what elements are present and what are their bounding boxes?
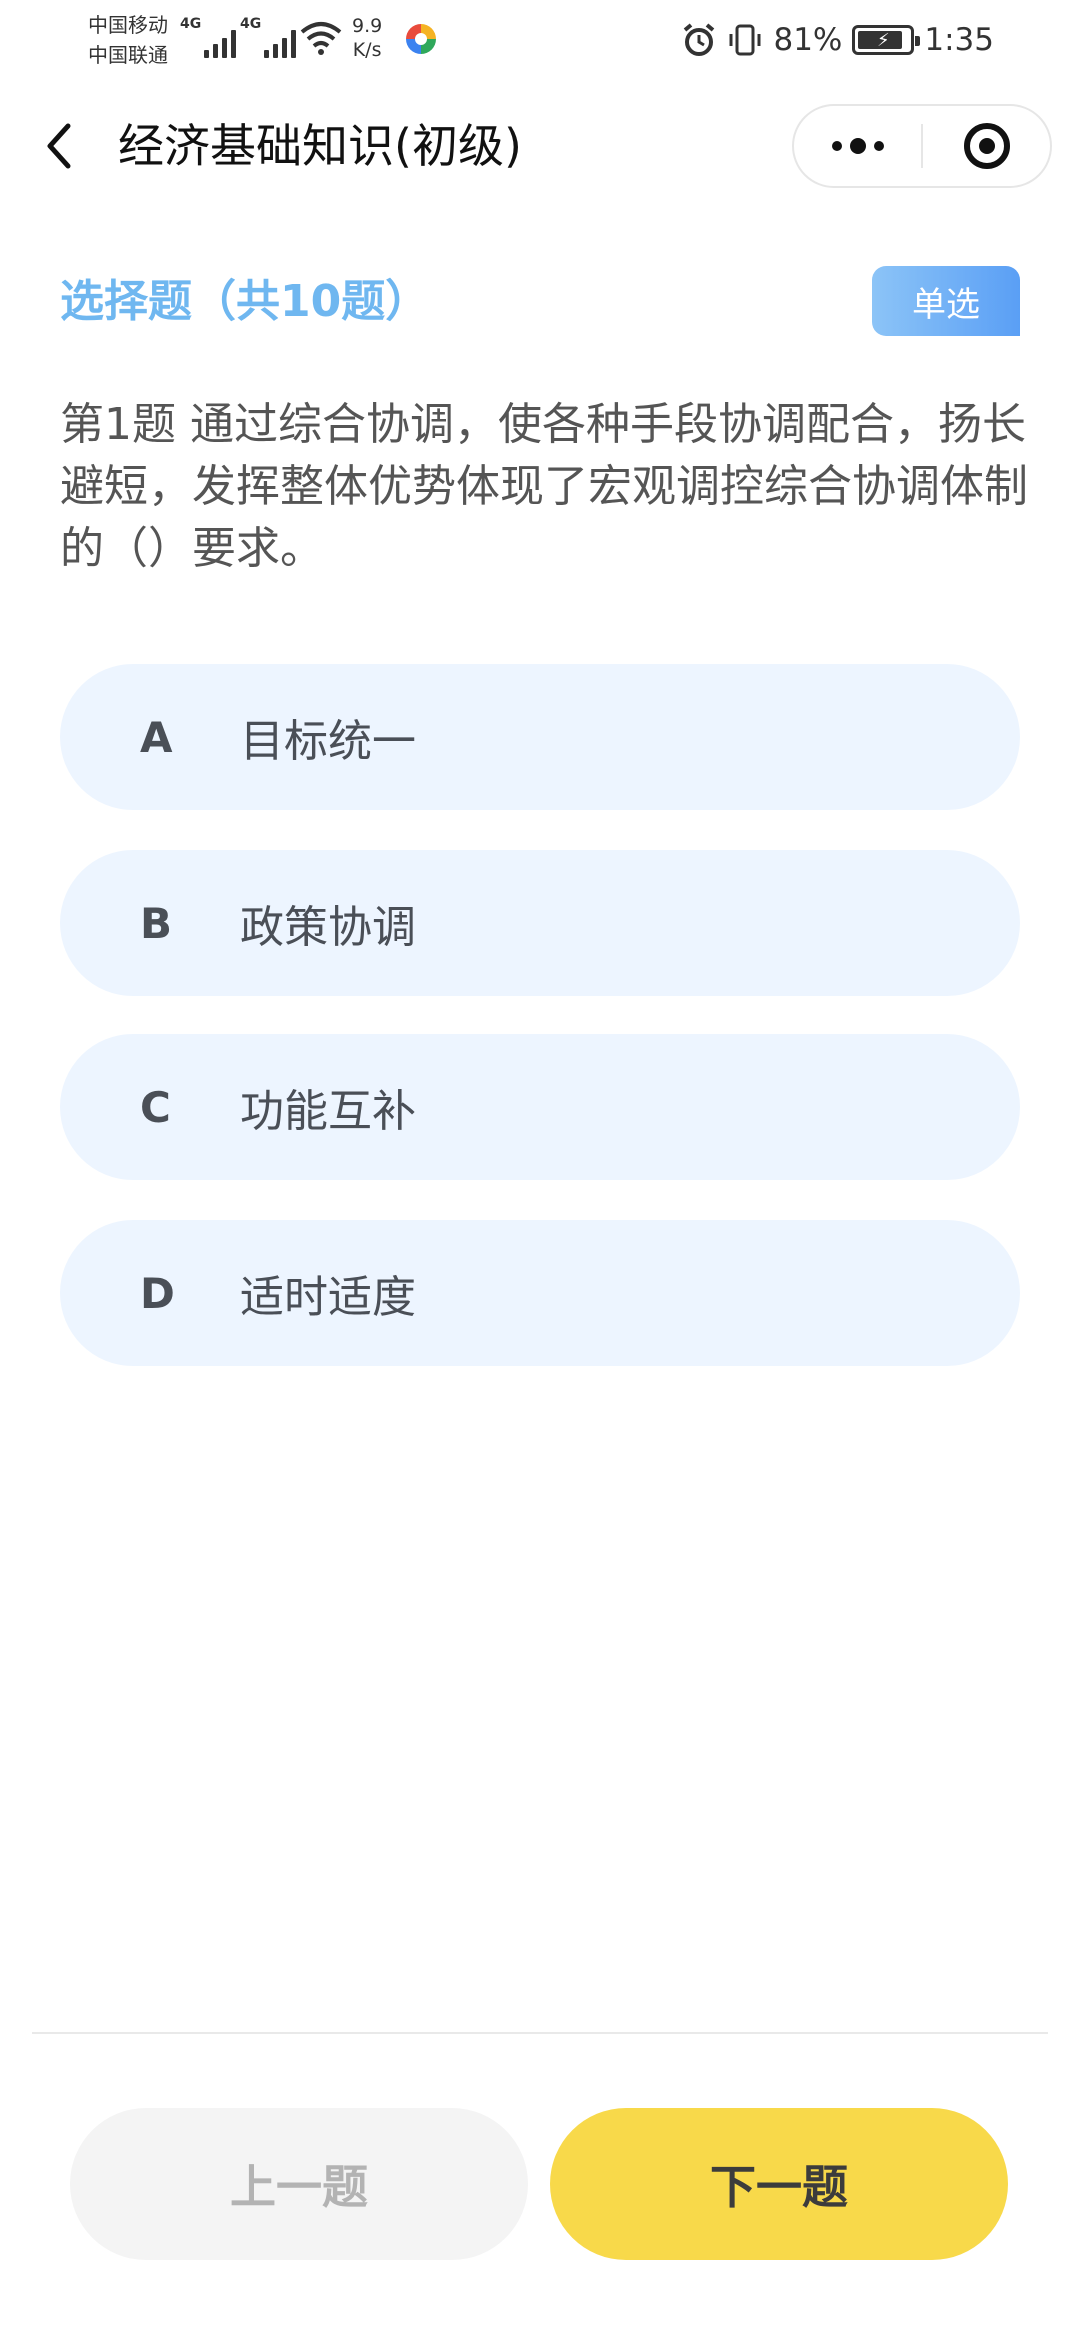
footer-divider [32, 2032, 1048, 2034]
carrier-1: 中国移动 [88, 13, 168, 37]
page-title: 经济基础知识(初级) [118, 119, 522, 173]
more-dots-icon [831, 138, 884, 154]
wifi-icon [300, 22, 342, 55]
option-d[interactable]: D 适时适度 [60, 1220, 1020, 1366]
battery-percent: 81% [773, 22, 843, 58]
section-title: 选择题（共10题） [60, 276, 430, 327]
more-button[interactable] [794, 106, 921, 186]
option-text: 适时适度 [240, 1272, 416, 1323]
option-text: 目标统一 [240, 716, 416, 767]
vibrate-icon [729, 24, 761, 56]
option-text: 功能互补 [240, 1086, 416, 1137]
option-b[interactable]: B 政策协调 [60, 850, 1020, 996]
prev-question-button[interactable]: 上一题 [70, 2108, 528, 2260]
right-status: 81% ⚡ 1:35 [681, 18, 994, 62]
option-letter: D [140, 1268, 175, 1318]
network-type-1: 4G [180, 16, 202, 32]
signal-icon-2: 4G [240, 16, 296, 58]
network-speed: 9.9 K/s [352, 14, 382, 62]
option-c[interactable]: C 功能互补 [60, 1034, 1020, 1180]
battery-charging-icon: ⚡ [852, 25, 921, 55]
back-icon[interactable] [40, 120, 80, 172]
carrier-2: 中国联通 [88, 43, 168, 67]
app-notification-icon [406, 24, 436, 54]
option-letter: B [140, 898, 173, 948]
question-text: 第1题 通过综合协调，使各种手段协调配合，扬长避短，发挥整体优势体现了宏观调控综… [60, 399, 1028, 574]
nav-bar: 经济基础知识(初级) [0, 96, 1080, 196]
carrier-info: 中国移动 中国联通 [88, 10, 168, 70]
option-text: 政策协调 [240, 902, 416, 953]
next-question-button[interactable]: 下一题 [550, 2108, 1008, 2260]
miniprogram-capsule [792, 104, 1052, 188]
signal-icon-1: 4G [180, 16, 236, 58]
network-type-2: 4G [240, 16, 262, 32]
option-a[interactable]: A 目标统一 [60, 664, 1020, 810]
clock: 1:35 [924, 22, 994, 58]
close-miniprogram-button[interactable] [923, 106, 1050, 186]
alarm-icon [684, 23, 715, 56]
speed-unit: K/s [352, 39, 382, 61]
speed-value: 9.9 [352, 15, 383, 37]
option-letter: A [140, 712, 173, 762]
status-bar: 中国移动 中国联通 4G 4G 9.9 K/s 81% ⚡ 1:35 [0, 0, 1080, 80]
option-letter: C [140, 1082, 171, 1132]
question-type-badge: 单选 [872, 266, 1020, 336]
target-icon [963, 123, 1010, 169]
